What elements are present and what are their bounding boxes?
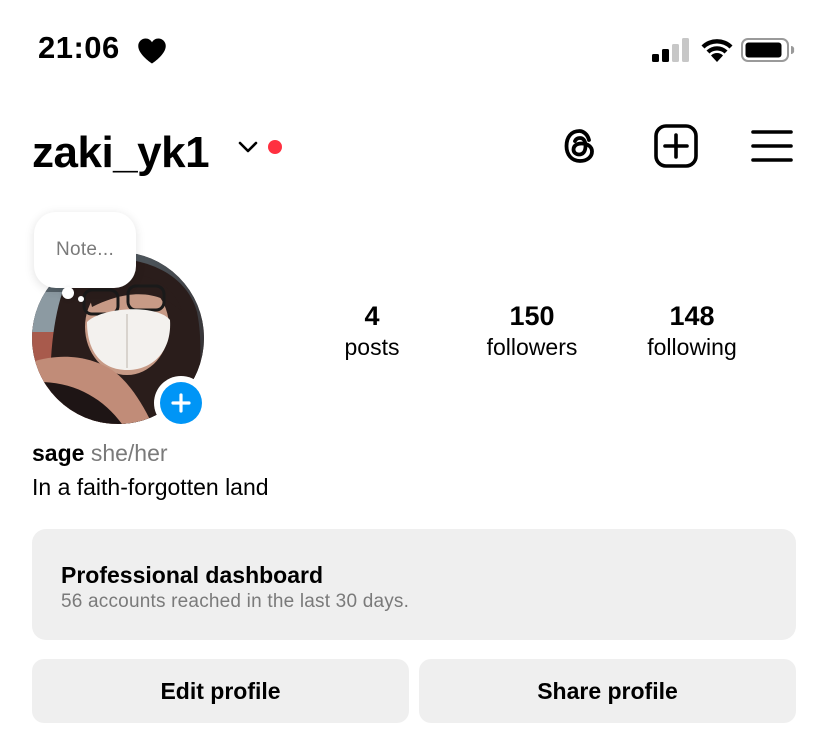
notification-dot [268, 140, 282, 154]
profile-header: zaki_yk1 [0, 110, 828, 190]
wifi-icon [701, 39, 733, 62]
plus-square-icon [654, 124, 698, 168]
note-bubble-tail [62, 287, 74, 299]
threads-icon [564, 129, 594, 163]
stat-value: 4 [364, 301, 380, 331]
stat-label: posts [344, 334, 400, 360]
stat-followers[interactable]: 150 followers [452, 300, 612, 362]
dashboard-title: Professional dashboard [61, 562, 324, 588]
battery-icon [741, 38, 795, 62]
share-profile-button[interactable]: Share profile [419, 659, 796, 723]
add-story-circle [160, 382, 202, 424]
status-time: 21:06 [38, 30, 120, 65]
chevron-down-icon[interactable] [236, 138, 260, 156]
threads-button[interactable] [556, 122, 604, 170]
note-bubble-tail-small [78, 296, 84, 302]
hamburger-menu-icon [751, 130, 793, 162]
stat-posts[interactable]: 4 posts [292, 300, 452, 362]
stat-following[interactable]: 148 following [612, 300, 772, 362]
pronouns: she/her [90, 440, 168, 466]
edit-profile-button[interactable]: Edit profile [32, 659, 409, 723]
heart-icon [138, 38, 166, 64]
professional-dashboard[interactable]: Professional dashboard 56 accounts reach… [32, 529, 796, 640]
stat-label: following [647, 334, 737, 360]
menu-button[interactable] [748, 122, 796, 170]
stat-label: followers [486, 334, 578, 360]
status-bar: 21:06 [0, 0, 828, 100]
note-bubble[interactable]: Note... [34, 212, 136, 288]
plus-icon [171, 393, 191, 413]
stat-value: 150 [509, 301, 555, 331]
cellular-signal-icon [652, 38, 689, 62]
bio: In a faith-forgotten land [32, 474, 269, 500]
name-line: sage she/her [32, 440, 168, 467]
note-placeholder: Note... [55, 239, 115, 260]
new-post-button[interactable] [652, 122, 700, 170]
add-story-button[interactable] [154, 376, 208, 430]
stat-value: 148 [669, 301, 715, 331]
display-name: sage [32, 440, 85, 466]
dashboard-subtitle: 56 accounts reached in the last 30 days. [61, 591, 410, 612]
username-switcher[interactable]: zaki_yk1 [32, 128, 210, 178]
